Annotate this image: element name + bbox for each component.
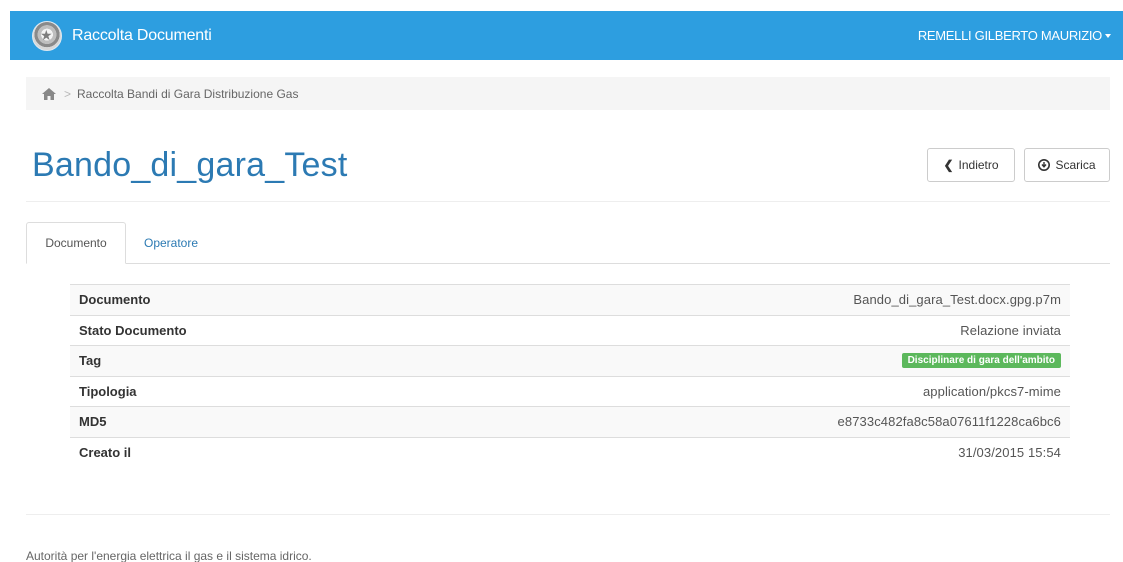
- tag-badge: Disciplinare di gara dell'ambito: [901, 353, 1061, 369]
- brand-title: Raccolta Documenti: [72, 26, 212, 44]
- detail-label: Stato Documento: [79, 322, 187, 338]
- table-row: Tag Disciplinare di gara dell'ambito: [70, 346, 1070, 377]
- table-row: Documento Bando_di_gara_Test.docx.gpg.p7…: [70, 285, 1070, 316]
- tab-documento[interactable]: Documento: [26, 222, 126, 264]
- user-menu-dropdown[interactable]: REMELLI GILBERTO MAURIZIO: [918, 11, 1111, 60]
- document-details-table: Documento Bando_di_gara_Test.docx.gpg.p7…: [70, 284, 1070, 468]
- table-row: Tipologia application/pkcs7-mime: [70, 377, 1070, 407]
- detail-label: MD5: [79, 414, 107, 430]
- tab-label: Documento: [45, 236, 107, 250]
- detail-label: Creato il: [79, 445, 132, 461]
- back-button[interactable]: ❮ Indietro: [927, 148, 1015, 182]
- download-circle-icon: [1038, 159, 1051, 171]
- divider: [26, 201, 1110, 202]
- table-row: MD5 e8733c482fa8c58a07611f1228ca6bc6: [70, 407, 1070, 438]
- emblem-logo-icon: [32, 20, 62, 51]
- detail-value: e8733c482fa8c58a07611f1228ca6bc6: [837, 414, 1061, 430]
- detail-value: application/pkcs7-mime: [922, 383, 1061, 399]
- tab-bar: Documento Operatore: [26, 222, 1110, 264]
- caret-down-icon: [1105, 34, 1111, 38]
- tab-label: Operatore: [144, 236, 199, 250]
- table-row: Creato il 31/03/2015 15:54: [70, 438, 1070, 469]
- brand-link[interactable]: Raccolta Documenti: [32, 20, 212, 51]
- detail-value: Relazione inviata: [960, 322, 1061, 338]
- detail-label: Tipologia: [79, 383, 137, 399]
- detail-value: Bando_di_gara_Test.docx.gpg.p7m: [853, 292, 1061, 308]
- download-button-label: Scarica: [1055, 158, 1096, 172]
- top-navbar: Raccolta Documenti REMELLI GILBERTO MAUR…: [10, 11, 1123, 60]
- chevron-left-icon: ❮: [943, 158, 954, 172]
- breadcrumb-item-raccolta-bandi[interactable]: Raccolta Bandi di Gara Distribuzione Gas: [77, 87, 298, 101]
- footer-divider: [26, 514, 1110, 515]
- footer-text: Autorità per l'energia elettrica il gas …: [26, 549, 312, 562]
- detail-label: Tag: [79, 353, 102, 369]
- back-button-label: Indietro: [958, 158, 999, 172]
- user-name: REMELLI GILBERTO MAURIZIO: [917, 28, 1102, 43]
- breadcrumb-separator: >: [64, 86, 72, 101]
- detail-label: Documento: [79, 292, 151, 308]
- breadcrumb: > Raccolta Bandi di Gara Distribuzione G…: [26, 77, 1110, 110]
- tab-operatore[interactable]: Operatore: [144, 222, 198, 264]
- download-button[interactable]: Scarica: [1024, 148, 1110, 182]
- page-title: Bando_di_gara_Test: [32, 146, 348, 184]
- table-row: Stato Documento Relazione inviata: [70, 316, 1070, 346]
- home-icon[interactable]: [42, 87, 56, 100]
- detail-value: 31/03/2015 15:54: [958, 445, 1061, 461]
